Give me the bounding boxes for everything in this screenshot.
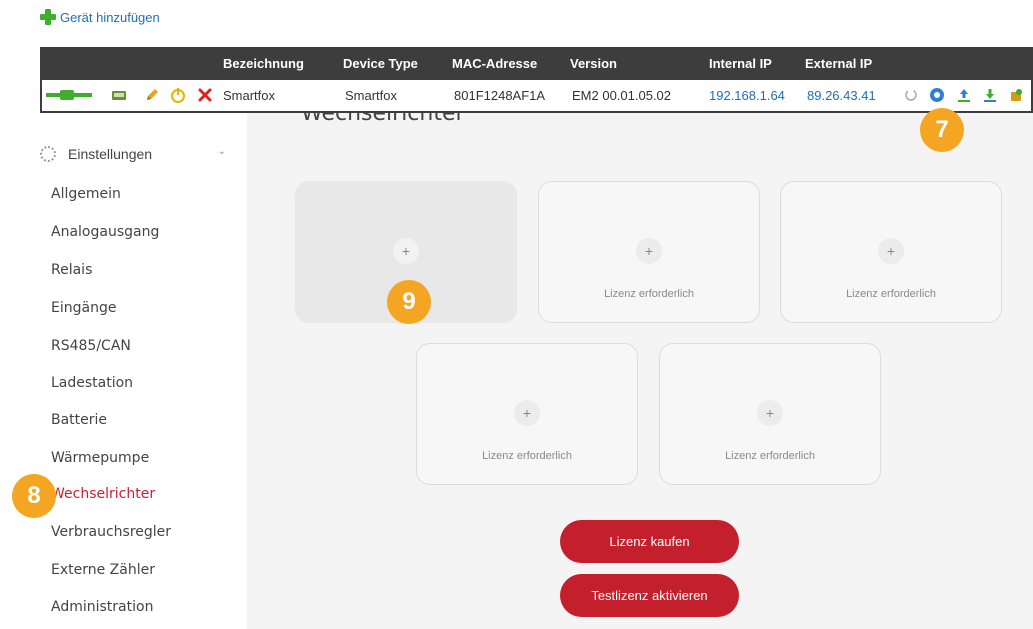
device-type: Smartfox xyxy=(345,88,398,103)
settings-menu-header[interactable]: Einstellungen ⌄ xyxy=(40,144,230,164)
sidebar-item-administration[interactable]: Administration xyxy=(51,599,153,615)
upload-icon[interactable] xyxy=(955,86,973,104)
settings-sidebar: Einstellungen ⌄ Allgemein Analogausgang … xyxy=(0,130,247,629)
sidebar-item-waermepumpe[interactable]: Wärmepumpe xyxy=(51,450,149,466)
inverter-slot-3[interactable]: + Lizenz erforderlich xyxy=(780,181,1002,323)
sidebar-item-verbrauchsregler[interactable]: Verbrauchsregler xyxy=(51,524,171,540)
edit-icon[interactable] xyxy=(143,86,161,104)
device-name: Smartfox xyxy=(223,88,276,103)
header-mac-address: MAC-Adresse xyxy=(452,56,538,71)
main-content: Wechselrichter + + Lizenz erforderlich +… xyxy=(247,113,1033,629)
header-device-type: Device Type xyxy=(343,56,418,71)
callout-marker-7: 7 xyxy=(920,108,964,152)
plug-icon xyxy=(46,90,92,100)
inverter-slot-5[interactable]: + Lizenz erforderlich xyxy=(659,343,881,485)
settings-label: Einstellungen xyxy=(68,146,153,162)
power-icon[interactable] xyxy=(169,86,187,104)
gear-icon xyxy=(40,146,56,162)
license-required-text: Lizenz erforderlich xyxy=(846,288,936,300)
device-table-header: Bezeichnung Device Type MAC-Adresse Vers… xyxy=(40,47,1033,80)
refresh-icon[interactable] xyxy=(902,86,920,104)
plus-icon: + xyxy=(514,400,540,426)
sidebar-item-batterie[interactable]: Batterie xyxy=(51,412,107,428)
sidebar-item-analogausgang[interactable]: Analogausgang xyxy=(51,224,159,240)
header-external-ip: External IP xyxy=(805,56,873,71)
add-device-label: Gerät hinzufügen xyxy=(60,9,160,25)
internal-ip-link[interactable]: 192.168.1.64 xyxy=(709,88,785,103)
page-title: Wechselrichter xyxy=(301,113,465,126)
plus-icon: + xyxy=(636,238,662,264)
sidebar-item-allgemein[interactable]: Allgemein xyxy=(51,186,121,202)
plus-icon: + xyxy=(393,238,419,264)
activate-trial-license-button[interactable]: Testlizenz aktivieren xyxy=(560,574,739,617)
header-bezeichnung: Bezeichnung xyxy=(223,56,304,71)
device-icon[interactable] xyxy=(110,86,128,104)
sidebar-item-relais[interactable]: Relais xyxy=(51,262,92,278)
download-icon[interactable] xyxy=(981,86,999,104)
license-required-text: Lizenz erforderlich xyxy=(482,450,572,462)
add-icon xyxy=(40,9,56,25)
device-row[interactable]: Smartfox Smartfox 801F1248AF1A EM2 00.01… xyxy=(40,80,1033,113)
sidebar-item-ladestation[interactable]: Ladestation xyxy=(51,375,133,391)
inverter-slot-4[interactable]: + Lizenz erforderlich xyxy=(416,343,638,485)
license-required-text: Lizenz erforderlich xyxy=(604,288,694,300)
sidebar-item-eingaenge[interactable]: Eingänge xyxy=(51,300,116,316)
header-internal-ip: Internal IP xyxy=(709,56,772,71)
buy-license-button[interactable]: Lizenz kaufen xyxy=(560,520,739,563)
settings-icon[interactable] xyxy=(928,86,946,104)
plus-icon: + xyxy=(757,400,783,426)
firmware-version: EM2 00.01.05.02 xyxy=(572,88,672,103)
inverter-slot-2[interactable]: + Lizenz erforderlich xyxy=(538,181,760,323)
sidebar-item-rs485-can[interactable]: RS485/CAN xyxy=(51,338,131,354)
plus-icon: + xyxy=(878,238,904,264)
update-icon[interactable] xyxy=(1007,86,1025,104)
license-required-text: Lizenz erforderlich xyxy=(725,450,815,462)
external-ip-link[interactable]: 89.26.43.41 xyxy=(807,88,876,103)
delete-icon[interactable] xyxy=(196,86,214,104)
callout-marker-9: 9 xyxy=(387,280,431,324)
add-device-link[interactable]: Gerät hinzufügen xyxy=(40,9,160,25)
header-version: Version xyxy=(570,56,617,71)
callout-marker-8: 8 xyxy=(12,474,56,518)
chevron-down-icon: ⌄ xyxy=(217,146,226,157)
sidebar-item-externe-zaehler[interactable]: Externe Zähler xyxy=(51,562,155,578)
device-table: Bezeichnung Device Type MAC-Adresse Vers… xyxy=(40,47,1033,113)
sidebar-item-wechselrichter[interactable]: Wechselrichter xyxy=(51,486,155,502)
mac-address: 801F1248AF1A xyxy=(454,88,546,103)
